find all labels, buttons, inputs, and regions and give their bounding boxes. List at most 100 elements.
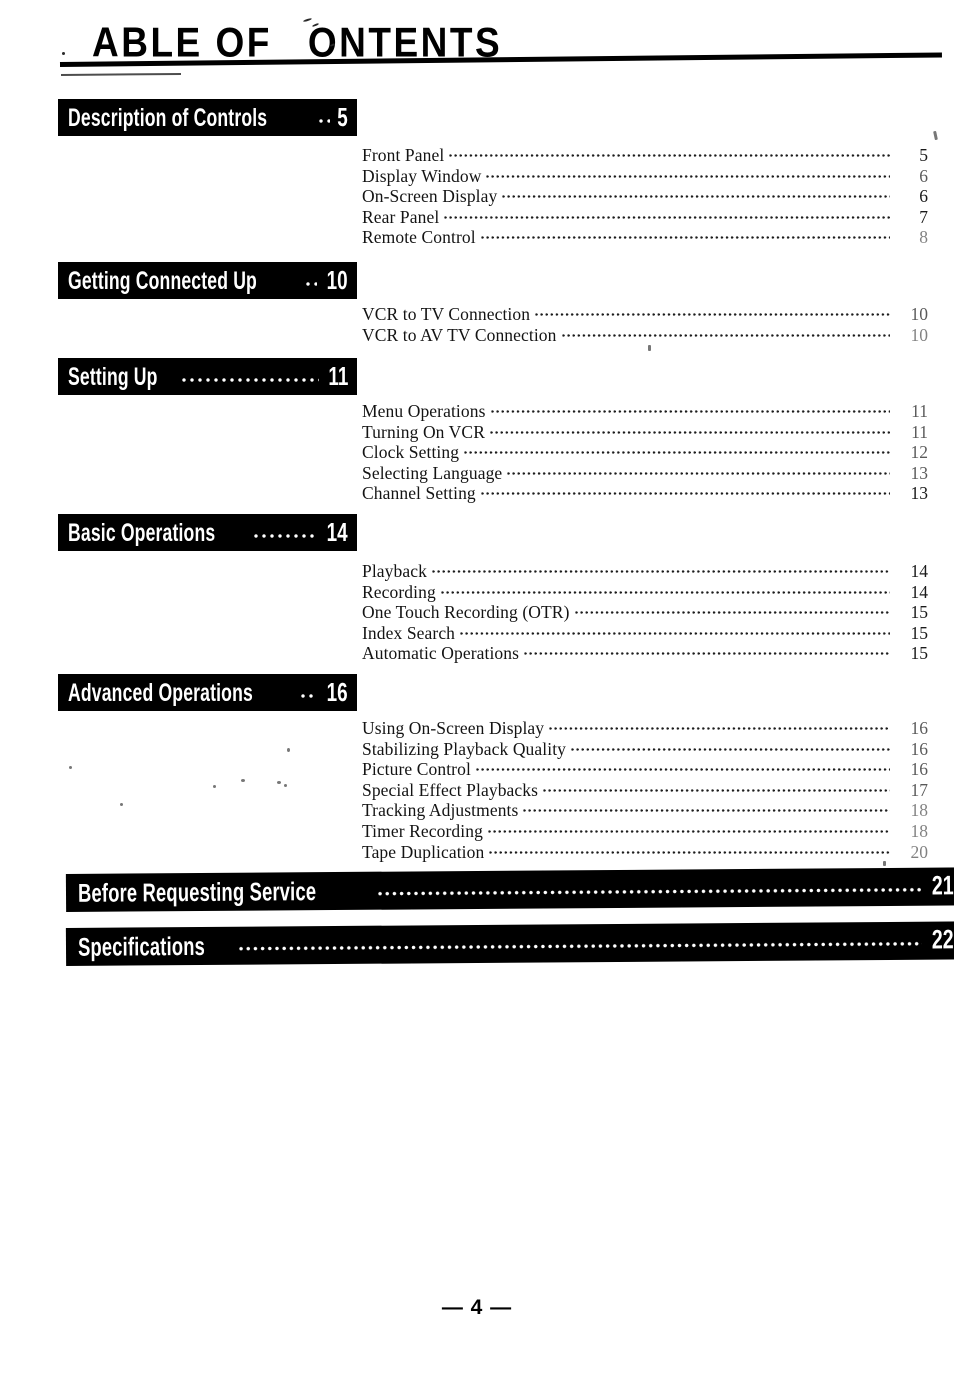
dot-leader bbox=[543, 780, 890, 796]
toc-entry-page-number: 6 bbox=[919, 186, 928, 207]
dot-leader bbox=[524, 643, 890, 659]
dot-leader bbox=[507, 463, 890, 479]
dot-leader bbox=[239, 930, 923, 957]
toc-entry-label: VCR to TV Connection bbox=[362, 304, 531, 324]
section-heading-bar-basic-operations[interactable]: Basic Operations 14 bbox=[58, 514, 357, 551]
toc-entry[interactable]: One Touch Recording (OTR) 15 bbox=[362, 602, 928, 623]
toc-entry[interactable]: Recording 14 bbox=[362, 582, 928, 603]
section-heading-bar-description-of-controls[interactable]: Description of Controls 5 bbox=[58, 99, 357, 136]
section-heading-page-number: 11 bbox=[328, 361, 348, 391]
toc-entry-label: Tracking Adjustments bbox=[362, 800, 519, 821]
toc-entry-label: Selecting Language bbox=[362, 462, 503, 483]
toc-entry-label: Clock Setting bbox=[362, 442, 460, 463]
section-heading-bar-advanced-operations[interactable]: Advanced Operations 16 bbox=[58, 674, 357, 711]
scan-speckle bbox=[213, 785, 216, 788]
dot-leader bbox=[378, 876, 923, 902]
toc-entry-page-number: 7 bbox=[919, 206, 928, 227]
scan-speckle bbox=[241, 779, 245, 782]
dot-leader bbox=[460, 623, 890, 639]
toc-entry-label: Rear Panel bbox=[362, 206, 440, 227]
section-heading-page-number: 22 bbox=[931, 924, 954, 956]
toc-entry-page-number: 16 bbox=[910, 759, 929, 780]
toc-entry[interactable]: Selecting Language 13 bbox=[362, 463, 928, 484]
toc-entry[interactable]: Index Search 15 bbox=[362, 623, 928, 644]
toc-entry-page-number: 10 bbox=[910, 304, 929, 324]
toc-entry-page-number: 13 bbox=[910, 462, 929, 483]
toc-entry[interactable]: Using On-Screen Display 16 bbox=[362, 718, 928, 739]
toc-entry[interactable]: Special Effect Playbacks 17 bbox=[362, 780, 928, 801]
dot-leader bbox=[475, 759, 890, 775]
toc-entry-page-number: 8 bbox=[919, 227, 928, 248]
toc-entry[interactable]: Clock Setting 12 bbox=[362, 442, 928, 463]
dot-leader bbox=[306, 270, 318, 292]
entry-group-advanced-operations: Using On-Screen Display 16 Stabilizing P… bbox=[362, 718, 928, 862]
toc-entry[interactable]: VCR to TV Connection 10 bbox=[362, 304, 928, 325]
toc-entry-label: Menu Operations bbox=[362, 401, 486, 421]
entry-group-getting-connected-up: VCR to TV Connection 10 VCR to AV TV Con… bbox=[362, 304, 928, 345]
entry-group-setting-up: Menu Operations 11 Turning On VCR 11 Clo… bbox=[362, 401, 928, 504]
toc-entry[interactable]: Menu Operations 11 bbox=[362, 401, 928, 422]
dot-leader bbox=[431, 561, 890, 577]
toc-entry-page-number: 14 bbox=[910, 581, 929, 602]
entry-group-description-of-controls: Front Panel 5 Display Window 6 On-Screen… bbox=[362, 145, 928, 248]
toc-entry-page-number: 15 bbox=[910, 602, 929, 623]
toc-entry-page-number: 11 bbox=[911, 421, 928, 442]
toc-entry[interactable]: Tape Duplication 20 bbox=[362, 842, 928, 863]
dot-leader bbox=[574, 602, 890, 618]
toc-entry[interactable]: Front Panel 5 bbox=[362, 145, 928, 166]
toc-entry[interactable]: Turning On VCR 11 bbox=[362, 422, 928, 443]
toc-entry[interactable]: Tracking Adjustments 18 bbox=[362, 800, 928, 821]
dot-leader bbox=[444, 207, 890, 223]
dot-leader bbox=[480, 227, 890, 243]
toc-entry-page-number: 15 bbox=[910, 622, 929, 643]
section-heading-label: Getting Connected Up bbox=[68, 265, 257, 294]
section-heading-bar-before-requesting-service[interactable]: Before Requesting Service 21 bbox=[65, 867, 954, 912]
section-heading-label: Description of Controls bbox=[68, 102, 268, 131]
section-heading-bar-getting-connected-up[interactable]: Getting Connected Up 10 bbox=[58, 262, 357, 299]
toc-entry[interactable]: Stabilizing Playback Quality 16 bbox=[362, 739, 928, 760]
page-title-part-1: ABLE OF bbox=[92, 19, 272, 66]
toc-entry[interactable]: Playback 14 bbox=[362, 561, 928, 582]
dot-leader bbox=[561, 325, 890, 341]
scan-speckle bbox=[62, 52, 65, 55]
toc-entry-label: Playback bbox=[362, 561, 427, 581]
toc-entry[interactable]: Remote Control 8 bbox=[362, 227, 928, 248]
dot-leader bbox=[486, 166, 890, 182]
dot-leader bbox=[490, 401, 891, 417]
dot-leader bbox=[535, 304, 890, 320]
scan-speckle bbox=[277, 781, 281, 784]
page-header: ABLE OF ONTENTS bbox=[0, 0, 954, 86]
toc-entry-label: Index Search bbox=[362, 622, 456, 643]
section-heading-label: Basic Operations bbox=[68, 517, 216, 546]
dot-leader bbox=[301, 682, 318, 704]
toc-entry-page-number: 5 bbox=[919, 145, 928, 165]
section-heading-page-number: 21 bbox=[931, 870, 954, 902]
section-heading-page-number: 16 bbox=[327, 677, 348, 707]
dot-leader bbox=[480, 483, 890, 499]
toc-entry[interactable]: Automatic Operations 15 bbox=[362, 643, 928, 664]
toc-entry-label: Automatic Operations bbox=[362, 643, 520, 664]
dot-leader bbox=[464, 442, 890, 458]
toc-entry[interactable]: VCR to AV TV Connection 10 bbox=[362, 325, 928, 346]
scan-speckle bbox=[69, 766, 72, 769]
toc-entry-page-number: 16 bbox=[910, 718, 929, 738]
section-heading-page-number: 14 bbox=[327, 517, 348, 547]
dot-leader bbox=[523, 800, 890, 816]
toc-entry[interactable]: Channel Setting 13 bbox=[362, 483, 928, 504]
toc-entry-label: Remote Control bbox=[362, 227, 476, 248]
dot-leader bbox=[502, 186, 890, 202]
toc-entry[interactable]: Picture Control 16 bbox=[362, 759, 928, 780]
toc-entry[interactable]: Display Window 6 bbox=[362, 166, 928, 187]
toc-entry-page-number: 18 bbox=[910, 800, 929, 821]
toc-entry-page-number: 12 bbox=[910, 442, 929, 463]
dot-leader bbox=[549, 718, 890, 734]
scan-speckle bbox=[284, 784, 287, 787]
section-heading-bar-setting-up[interactable]: Setting Up 11 bbox=[58, 358, 357, 395]
toc-entry[interactable]: Rear Panel 7 bbox=[362, 207, 928, 228]
section-heading-bar-specifications[interactable]: Specifications 22 bbox=[65, 921, 954, 966]
toc-entry-page-number: 15 bbox=[910, 643, 929, 664]
toc-entry[interactable]: Timer Recording 18 bbox=[362, 821, 928, 842]
toc-entry-page-number: 16 bbox=[910, 738, 929, 759]
toc-entry[interactable]: On-Screen Display 6 bbox=[362, 186, 928, 207]
toc-entry-page-number: 13 bbox=[910, 483, 929, 504]
